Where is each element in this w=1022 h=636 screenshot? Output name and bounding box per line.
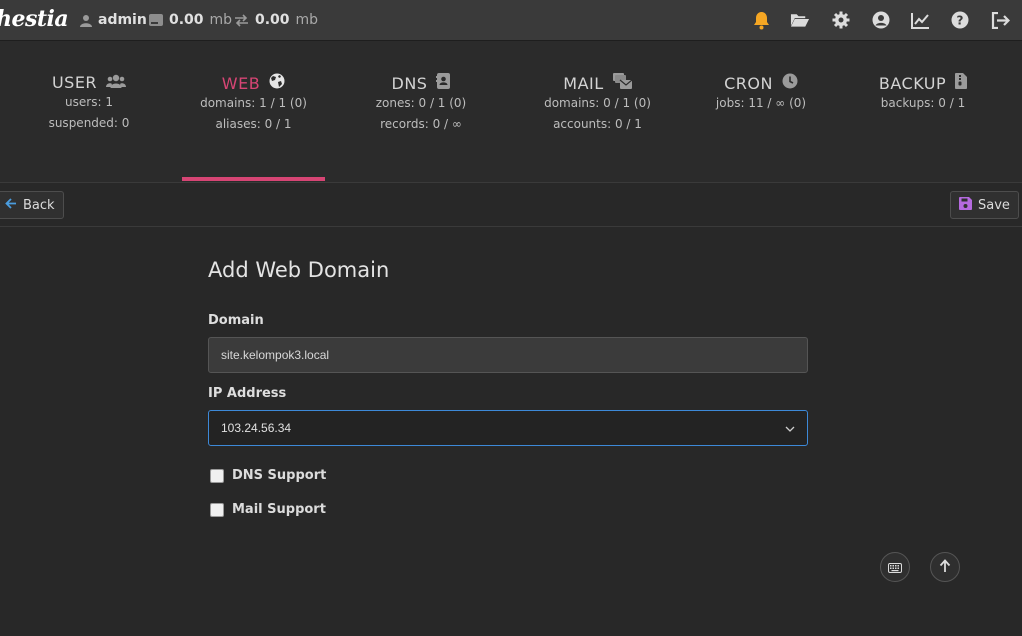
tab-stat: jobs: 11 / ∞ (0) (715, 96, 807, 110)
back-button[interactable]: Back (0, 191, 64, 219)
folder-open-icon[interactable] (790, 10, 810, 30)
stats-tabs: USER users: 1 suspended: 0 WEB domains: … (0, 41, 1022, 183)
hdd-icon (149, 14, 163, 26)
mail-support-option[interactable]: Mail Support (210, 502, 326, 517)
active-tab-indicator (182, 177, 325, 181)
tab-cron[interactable]: CRON jobs: 11 / ∞ (0) (690, 41, 832, 183)
tab-title: BACKUP (878, 73, 947, 93)
user-menu[interactable]: admin (80, 12, 147, 28)
tab-title: DNS (391, 73, 428, 93)
scroll-to-top-button[interactable] (930, 552, 960, 582)
dns-support-checkbox[interactable] (210, 468, 224, 483)
arrow-left-icon (5, 197, 17, 213)
ip-address-value: 103.24.56.34 (221, 421, 292, 435)
tab-stat: backups: 0 / 1 (880, 96, 966, 110)
tab-stat: aliases: 0 / 1 (215, 117, 292, 131)
tab-title: CRON (724, 73, 773, 93)
dns-support-label: DNS Support (232, 468, 327, 483)
bandwidth-value: 0.00 (255, 12, 290, 28)
tab-stat: domains: 0 / 1 (0) (544, 96, 651, 110)
gear-icon[interactable] (831, 10, 851, 30)
tab-stat: zones: 0 / 1 (0) (375, 96, 467, 110)
hestia-logo[interactable]: hestia (0, 6, 69, 32)
chevron-down-icon (785, 421, 795, 435)
file-archive-icon (955, 73, 968, 93)
help-icon[interactable]: ? (950, 10, 970, 30)
clock-icon (782, 73, 798, 93)
disk-unit: mb (209, 12, 233, 28)
page-title: Add Web Domain (208, 258, 390, 282)
mail-support-label: Mail Support (232, 502, 326, 517)
tab-title: USER (51, 73, 98, 92)
address-book-icon (436, 73, 451, 93)
toolbar: Back Save (0, 183, 1022, 227)
back-label: Back (23, 197, 55, 213)
tab-stat: suspended: 0 (48, 116, 130, 130)
disk-usage: 0.00 mb (149, 12, 232, 28)
tab-title: MAIL (563, 73, 604, 93)
save-button[interactable]: Save (950, 191, 1019, 219)
tab-stat: users: 1 (65, 95, 113, 109)
tab-stat: domains: 1 / 1 (0) (200, 96, 307, 110)
floppy-disk-icon (959, 196, 972, 214)
svg-text:?: ? (957, 14, 964, 28)
bell-icon[interactable] (751, 10, 771, 30)
keyboard-shortcuts-button[interactable] (880, 552, 910, 582)
exchange-icon (234, 13, 249, 27)
save-label: Save (978, 197, 1010, 213)
tab-backup[interactable]: BACKUP backups: 0 / 1 (852, 41, 994, 183)
tab-user[interactable]: USER users: 1 suspended: 0 (18, 41, 160, 183)
chart-line-icon[interactable] (910, 10, 930, 30)
mail-bulk-icon (612, 73, 633, 93)
logout-icon[interactable] (990, 10, 1010, 30)
user-circle-icon[interactable] (871, 10, 891, 30)
tab-stat: accounts: 0 / 1 (553, 117, 642, 131)
dns-support-option[interactable]: DNS Support (210, 468, 326, 483)
globe-icon (269, 73, 285, 93)
arrow-up-icon (939, 558, 951, 577)
domain-value: site.kelompok3.local (221, 348, 330, 362)
bandwidth-unit: mb (295, 12, 319, 28)
username: admin (98, 12, 147, 28)
tab-mail[interactable]: MAIL domains: 0 / 1 (0) accounts: 0 / 1 (520, 41, 675, 183)
tab-stat: records: 0 / ∞ (380, 117, 462, 131)
top-bar: hestia admin 0.00 mb 0.00 mb ? (0, 0, 1022, 41)
disk-value: 0.00 (169, 12, 204, 28)
tab-title: WEB (221, 73, 261, 93)
ip-address-select[interactable]: 103.24.56.34 (208, 410, 808, 446)
domain-label: Domain (208, 313, 264, 328)
add-web-domain-form: Add Web Domain (208, 258, 808, 282)
bandwidth-usage: 0.00 mb (234, 12, 318, 28)
mail-support-checkbox[interactable] (210, 502, 224, 517)
ip-address-label: IP Address (208, 386, 287, 401)
keyboard-icon (888, 558, 902, 577)
users-icon (106, 73, 127, 92)
domain-input[interactable]: site.kelompok3.local (208, 337, 808, 373)
user-icon (80, 14, 92, 27)
tab-dns[interactable]: DNS zones: 0 / 1 (0) records: 0 / ∞ (350, 41, 492, 183)
tab-web[interactable]: WEB domains: 1 / 1 (0) aliases: 0 / 1 (182, 41, 325, 183)
